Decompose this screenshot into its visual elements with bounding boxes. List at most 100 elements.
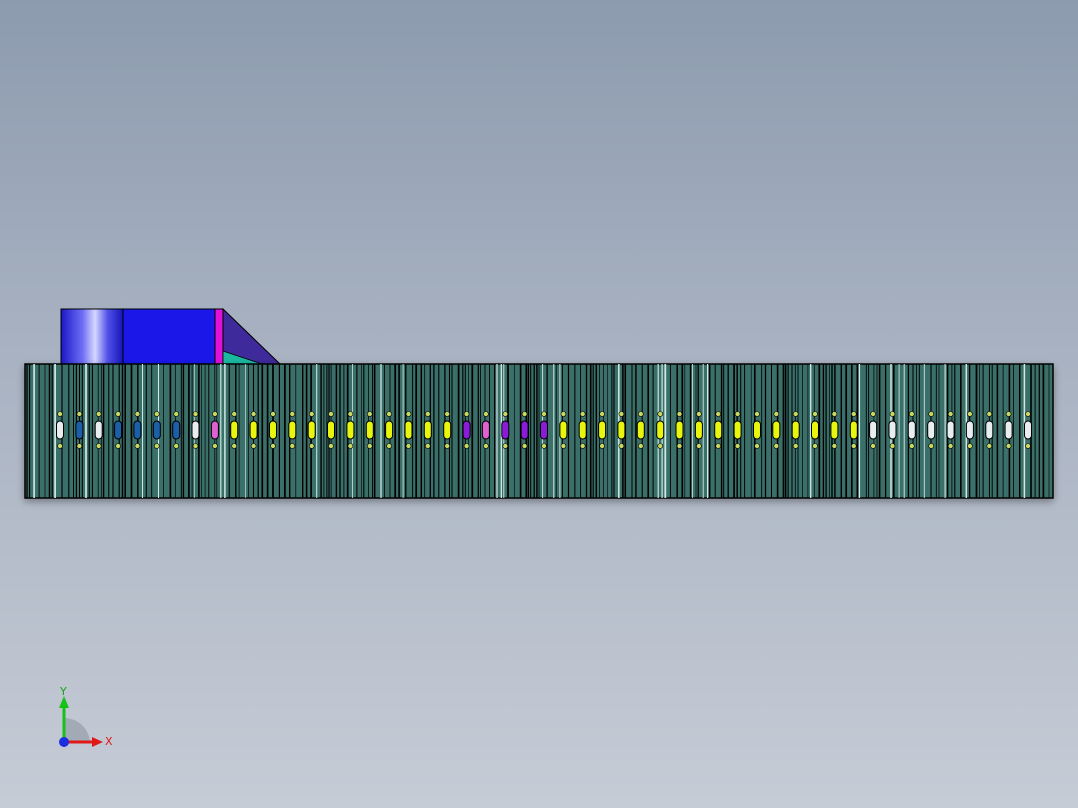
slot bbox=[56, 420, 64, 440]
slot bbox=[327, 420, 335, 440]
top-block[interactable] bbox=[60, 307, 282, 365]
screw-mark bbox=[831, 443, 838, 449]
slot bbox=[598, 420, 607, 440]
screw-mark bbox=[1005, 411, 1012, 417]
screw-mark bbox=[76, 443, 83, 449]
slot bbox=[811, 420, 819, 440]
screw-mark bbox=[289, 411, 296, 417]
screw-mark bbox=[889, 411, 896, 417]
slot bbox=[578, 420, 587, 440]
screw-mark bbox=[812, 411, 818, 417]
screw-mark bbox=[173, 443, 179, 449]
screw-mark bbox=[212, 411, 218, 417]
accent-strip bbox=[214, 308, 224, 365]
screw-mark bbox=[850, 443, 857, 449]
screw-mark bbox=[560, 443, 567, 449]
slot bbox=[114, 420, 123, 440]
slot bbox=[365, 420, 374, 440]
slot bbox=[1024, 420, 1032, 440]
screw-mark bbox=[483, 411, 489, 417]
screw-mark bbox=[212, 443, 218, 449]
screw-mark bbox=[444, 411, 451, 417]
screw-mark bbox=[850, 411, 857, 417]
slot bbox=[656, 420, 665, 440]
screw-mark bbox=[908, 443, 915, 449]
x-axis-label: X bbox=[105, 735, 113, 748]
slot bbox=[94, 420, 103, 440]
screw-mark bbox=[889, 443, 896, 449]
slot bbox=[346, 420, 355, 440]
screw-mark bbox=[908, 411, 915, 417]
screw-mark bbox=[599, 411, 605, 417]
screw-mark bbox=[947, 411, 954, 417]
screw-mark bbox=[637, 411, 644, 417]
slot bbox=[985, 420, 994, 440]
screw-mark bbox=[95, 411, 102, 417]
screw-mark bbox=[521, 411, 528, 417]
slot bbox=[210, 420, 219, 440]
y-axis-label: Y bbox=[59, 685, 67, 698]
screw-mark bbox=[115, 411, 121, 417]
screw-mark bbox=[76, 411, 83, 417]
screw-mark bbox=[541, 443, 547, 449]
slot bbox=[152, 420, 161, 440]
slot bbox=[288, 420, 297, 440]
triad-quadrant bbox=[64, 717, 90, 742]
screw-mark bbox=[444, 443, 451, 449]
screw-mark bbox=[967, 443, 973, 449]
slot bbox=[501, 420, 510, 440]
screw-mark bbox=[134, 411, 141, 417]
screw-mark bbox=[967, 411, 973, 417]
slot bbox=[869, 420, 878, 440]
screw-mark bbox=[928, 411, 935, 417]
screw-mark bbox=[579, 411, 586, 417]
screw-mark bbox=[831, 411, 838, 417]
screw-mark bbox=[95, 443, 102, 449]
slot bbox=[888, 420, 897, 440]
screw-mark bbox=[250, 411, 257, 417]
screw-mark bbox=[250, 443, 257, 449]
screw-mark bbox=[115, 443, 121, 449]
screw-mark bbox=[502, 411, 509, 417]
screw-mark bbox=[1005, 443, 1012, 449]
screw-mark bbox=[405, 411, 412, 417]
screw-mark bbox=[289, 443, 296, 449]
screw-mark bbox=[502, 443, 509, 449]
screw-mark bbox=[231, 443, 237, 449]
x-arrow-icon bbox=[92, 737, 103, 747]
screw-mark bbox=[599, 443, 605, 449]
screw-mark bbox=[947, 443, 954, 449]
slot bbox=[172, 420, 181, 440]
screw-mark bbox=[173, 411, 179, 417]
screw-mark bbox=[308, 411, 315, 417]
screw-mark bbox=[618, 411, 625, 417]
slot bbox=[849, 420, 858, 440]
screw-mark bbox=[463, 443, 470, 449]
slot bbox=[249, 420, 258, 440]
slot bbox=[965, 420, 974, 440]
screw-mark bbox=[792, 443, 799, 449]
slot bbox=[714, 420, 723, 440]
screw-mark bbox=[618, 443, 625, 449]
slot bbox=[559, 420, 568, 440]
slot bbox=[462, 420, 471, 440]
slot bbox=[927, 420, 936, 440]
screw-mark bbox=[657, 443, 664, 449]
screw-mark bbox=[192, 443, 199, 449]
screw-mark bbox=[424, 411, 431, 417]
cylinder-section bbox=[60, 308, 124, 365]
screw-mark bbox=[154, 443, 160, 449]
screw-mark bbox=[270, 411, 276, 417]
screw-mark bbox=[154, 411, 160, 417]
z-axis-dot bbox=[59, 737, 69, 747]
3d-viewport[interactable]: Y X bbox=[0, 0, 1078, 808]
slot bbox=[772, 420, 781, 440]
screw-mark bbox=[1025, 443, 1031, 449]
slot bbox=[636, 420, 645, 440]
main-body[interactable] bbox=[24, 363, 1054, 499]
model-view[interactable] bbox=[0, 0, 1078, 808]
slot bbox=[907, 420, 916, 440]
slot bbox=[1004, 420, 1013, 440]
slot bbox=[269, 420, 277, 440]
slot bbox=[753, 420, 761, 440]
